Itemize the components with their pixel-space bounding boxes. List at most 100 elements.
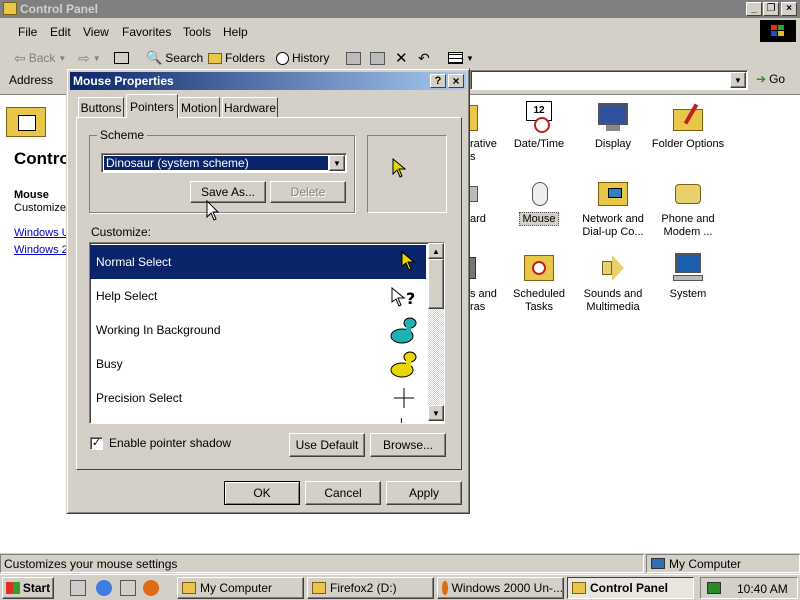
ok-button[interactable]: OK	[224, 481, 300, 505]
scroll-thumb[interactable]	[428, 259, 444, 309]
search-button[interactable]: 🔍 Search	[146, 48, 203, 68]
dialog-close-button[interactable]: ×	[448, 74, 464, 88]
windows-flag-icon	[5, 582, 20, 594]
folder-options-icon[interactable]: Folder Options	[648, 101, 728, 151]
status-text: Customizes your mouse settings	[0, 554, 644, 573]
address-dropdown-arrow-icon[interactable]: ▼	[730, 72, 746, 88]
left-pane-selected-name: Mouse	[14, 189, 49, 201]
pointers-tab-panel: Scheme Dinosaur (system scheme) ▼ Save A…	[76, 117, 462, 470]
tab-hardware[interactable]: Hardware	[222, 97, 278, 117]
show-desktop-icon[interactable]	[70, 580, 86, 596]
status-zone: My Computer	[646, 554, 800, 573]
menu-tools[interactable]: Tools	[183, 25, 211, 39]
views-button[interactable]: ▼	[448, 48, 474, 68]
windows-update-link[interactable]: Windows U	[14, 227, 70, 239]
browse-button[interactable]: Browse...	[370, 433, 446, 457]
scheduled-tasks-icon[interactable]: Scheduled Tasks	[499, 251, 579, 314]
task-control-panel[interactable]: Control Panel	[567, 577, 694, 599]
folders-button[interactable]: Folders	[208, 48, 265, 68]
menu-help[interactable]: Help	[223, 25, 248, 39]
outlook-express-icon[interactable]	[120, 580, 136, 596]
go-button[interactable]: ➔ Go	[756, 72, 785, 86]
preview-arrow-cursor-icon	[392, 158, 406, 178]
menu-file[interactable]: File	[18, 25, 37, 39]
delete-icon[interactable]: ✕	[395, 48, 408, 68]
address-input[interactable]: ▼	[470, 70, 748, 90]
menu-view[interactable]: View	[83, 25, 109, 39]
move-to-icon[interactable]	[346, 48, 361, 68]
address-label: Address	[9, 73, 54, 87]
task-firefox2[interactable]: Firefox2 (D:)	[307, 577, 434, 599]
folder-icon	[3, 2, 17, 15]
close-button[interactable]: ×	[781, 2, 797, 16]
clock[interactable]: 10:40 AM	[737, 582, 788, 596]
phone-modem-icon[interactable]: Phone and Modem ...	[648, 176, 728, 239]
menu-favorites[interactable]: Favorites	[122, 25, 171, 39]
tab-buttons[interactable]: Buttons	[78, 97, 124, 117]
pointer-shadow-checkbox[interactable]: ✓ Enable pointer shadow	[90, 436, 231, 450]
network-tray-icon[interactable]	[707, 582, 721, 594]
checkbox-check-icon[interactable]: ✓	[90, 436, 103, 450]
folders-icon	[208, 52, 222, 64]
date-time-icon[interactable]: 12 Date/Time	[499, 101, 579, 151]
my-computer-icon	[651, 558, 665, 569]
system-icon[interactable]: System	[648, 251, 728, 301]
copy-to-icon[interactable]	[370, 48, 385, 68]
task-windows-2000[interactable]: Windows 2000 Un-...	[437, 577, 564, 599]
mouse-icon[interactable]: Mouse	[499, 176, 579, 226]
scheme-select[interactable]: Dinosaur (system scheme) ▼	[101, 153, 347, 173]
menu-bar: File Edit View Favorites Tools Help	[0, 19, 800, 43]
status-bar: Customizes your mouse settings My Comput…	[0, 553, 800, 573]
cancel-button[interactable]: Cancel	[305, 481, 381, 505]
display-icon[interactable]: Display	[573, 101, 653, 151]
list-item[interactable]: Working In Background	[90, 313, 426, 347]
control-panel-large-icon	[4, 101, 62, 141]
help-select-cursor-icon: ?	[391, 286, 415, 308]
search-icon: 🔍	[146, 50, 163, 65]
firefox-icon[interactable]	[143, 580, 159, 596]
menu-edit[interactable]: Edit	[50, 25, 71, 39]
my-computer-task-icon	[182, 582, 196, 594]
list-item[interactable]: Busy	[90, 347, 426, 381]
explorer-title-bar[interactable]: Control Panel _ ❐ ×	[0, 0, 800, 18]
network-dialup-icon[interactable]: Network and Dial-up Co...	[573, 176, 653, 239]
mouse-properties-dialog: Mouse Properties ? × Buttons Pointers Mo…	[66, 68, 470, 514]
help-button[interactable]: ?	[430, 74, 446, 88]
sounds-multimedia-icon[interactable]: Sounds and Multimedia	[573, 251, 653, 314]
undo-icon[interactable]: ↶	[418, 48, 430, 68]
control-panel-task-icon	[572, 582, 586, 594]
windows-2000-support-link[interactable]: Windows 2	[14, 244, 68, 256]
delete-button[interactable]: Delete	[270, 181, 346, 203]
scroll-up-arrow-icon[interactable]: ▲	[428, 243, 444, 259]
left-pane-selected-desc: Customizes	[14, 202, 72, 214]
history-icon	[276, 51, 289, 65]
list-item[interactable]: Normal Select	[90, 245, 426, 279]
internet-explorer-icon[interactable]	[96, 580, 112, 596]
task-my-computer[interactable]: My Computer	[177, 577, 304, 599]
history-button[interactable]: History	[276, 48, 329, 68]
start-button[interactable]: Start	[2, 577, 54, 599]
list-item[interactable]: Help Select ?	[90, 279, 426, 313]
back-button[interactable]: ⇦ Back ▼	[14, 48, 66, 68]
forward-button[interactable]: ⇨ ▼	[78, 48, 101, 68]
pointer-list[interactable]: Normal Select Help Select ? Working In B…	[89, 242, 445, 424]
tab-motion[interactable]: Motion	[178, 97, 220, 117]
taskbar: Start My Computer Firefox2 (D:) Windows …	[0, 574, 800, 600]
dialog-title-bar[interactable]: Mouse Properties ? ×	[70, 72, 466, 90]
apply-button[interactable]: Apply	[386, 481, 462, 505]
use-default-button[interactable]: Use Default	[289, 433, 365, 457]
go-arrow-icon: ➔	[756, 72, 767, 86]
maximize-button[interactable]: ❐	[763, 2, 779, 16]
tab-pointers[interactable]: Pointers	[126, 94, 178, 118]
forward-arrow-icon: ⇨	[78, 49, 90, 66]
normal-select-cursor-icon	[401, 250, 416, 271]
dinosaur-busy-cursor-icon	[390, 351, 417, 378]
save-as-button[interactable]: Save As...	[190, 181, 266, 203]
list-item[interactable]: Precision Select	[90, 381, 426, 415]
scroll-down-arrow-icon[interactable]: ▼	[428, 405, 444, 421]
up-folder-button[interactable]	[114, 48, 129, 68]
scheme-dropdown-arrow-icon[interactable]: ▼	[329, 155, 345, 171]
customize-label: Customize:	[91, 225, 152, 239]
pointer-list-scrollbar[interactable]: ▲ ▼	[428, 243, 444, 421]
minimize-button[interactable]: _	[746, 2, 762, 16]
